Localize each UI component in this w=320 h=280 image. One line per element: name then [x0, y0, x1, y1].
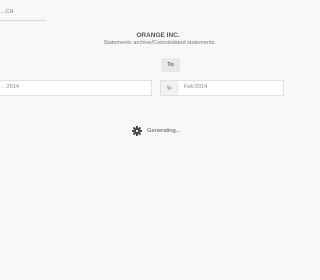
tag-icon: [167, 85, 172, 91]
search-input[interactable]: [0, 7, 46, 17]
company-name: ORANGE INC.: [136, 32, 180, 39]
to-date-field[interactable]: Feb'2014: [160, 80, 284, 96]
report-generator-panel: ORANGE INC. Statements archive/Consolida…: [0, 0, 284, 280]
to-label: To: [161, 58, 180, 72]
search-box[interactable]: [0, 0, 46, 21]
generating-status: Generating...: [132, 125, 181, 137]
from-date-field[interactable]: …2014: [0, 80, 152, 96]
generating-text: Generating...: [147, 128, 181, 134]
from-date-value: …2014: [1, 84, 20, 90]
to-date-addon: [161, 81, 178, 95]
statement-path: Statements archive/Consolidated statemen…: [103, 40, 215, 46]
gear-icon: [132, 126, 142, 136]
to-date-value: Feb'2014: [184, 84, 208, 90]
